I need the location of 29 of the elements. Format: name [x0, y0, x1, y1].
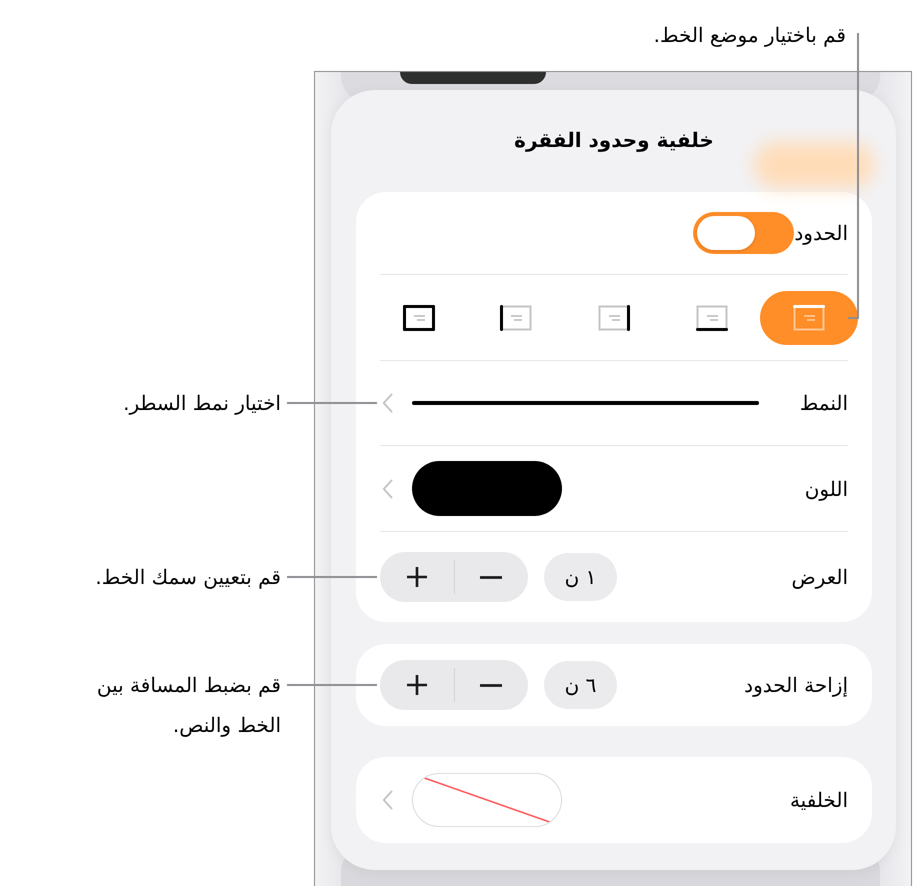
right-border-icon — [598, 304, 630, 330]
callout-text: قم باختيار موضع الخط. — [654, 22, 846, 48]
callout-text: اختيار نمط السطر. — [123, 390, 281, 417]
left-border-icon — [500, 304, 532, 330]
plus-icon — [406, 567, 427, 587]
row-label: النمط — [800, 390, 848, 417]
minus-icon — [480, 684, 502, 686]
top-border-icon — [793, 304, 826, 330]
all-borders-icon — [402, 304, 435, 330]
stepper[interactable] — [380, 660, 528, 710]
chevron-left-icon — [382, 393, 393, 413]
panel-title: خلفية وحدود الفقرة — [514, 127, 714, 154]
chevron-left-icon — [382, 478, 393, 498]
value-field[interactable]: ٦ ن — [544, 661, 617, 709]
callout-text: قم بضبط المسافة بين الخط والنص. — [96, 672, 281, 739]
row-label: الخلفية — [790, 787, 848, 814]
stepper[interactable] — [380, 552, 528, 602]
chevron-left-icon — [382, 790, 393, 810]
value-field[interactable]: ١ ن — [544, 553, 617, 601]
row-label: الحدود — [794, 220, 848, 247]
minus-icon — [480, 576, 502, 578]
plus-icon — [406, 675, 427, 695]
row-label: العرض — [791, 564, 848, 591]
row-label: إزاحة الحدود — [744, 672, 848, 699]
borders-toggle[interactable] — [693, 212, 794, 254]
fill-swatch[interactable] — [412, 773, 562, 827]
row-label: اللون — [804, 476, 848, 502]
bottom-border-icon — [696, 304, 728, 330]
callout-text: قم بتعيين سمك الخط. — [95, 564, 281, 591]
